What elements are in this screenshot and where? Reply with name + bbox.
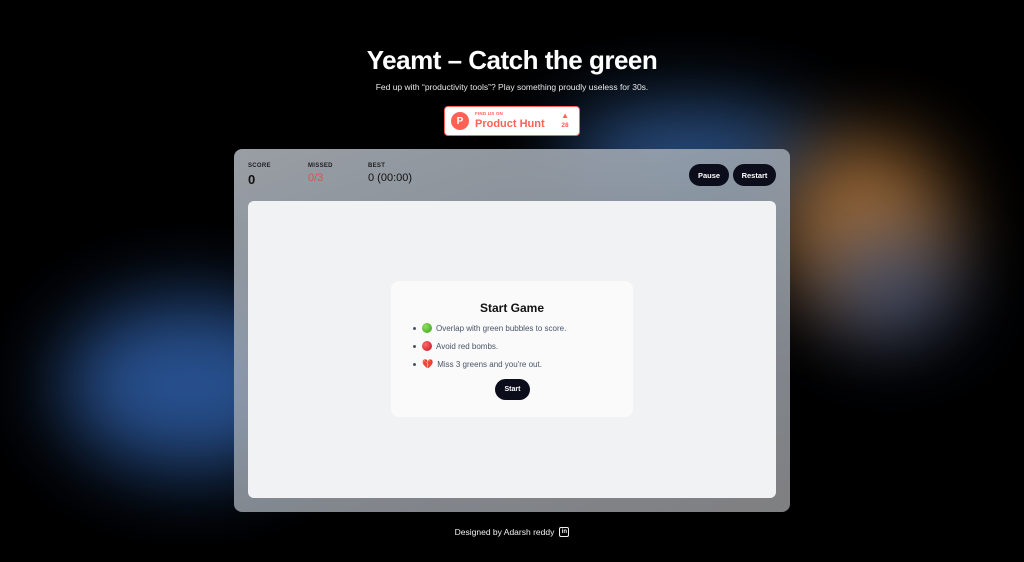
start-game-dialog: Start Game Overlap with green bubbles to…: [391, 281, 633, 417]
product-hunt-logo-icon: P: [451, 112, 469, 130]
score-label: SCORE: [248, 163, 271, 169]
bullet-icon: [413, 344, 416, 348]
product-hunt-name: Product Hunt: [475, 117, 545, 130]
product-hunt-small-label: FIND US ON: [475, 111, 504, 117]
upvote-arrow-icon: ▲: [561, 111, 569, 120]
rule-text: Avoid red bombs.: [436, 341, 499, 351]
start-game-title: Start Game: [479, 301, 545, 315]
rule-item: 💔 Miss 3 greens and you're out.: [413, 359, 566, 370]
start-button[interactable]: Start: [495, 379, 530, 400]
background-glow-orange: [780, 140, 950, 310]
linkedin-icon[interactable]: in: [559, 527, 570, 537]
bullet-icon: [413, 326, 416, 330]
rule-text: Overlap with green bubbles to score.: [436, 323, 567, 333]
game-card: SCORE 0 MISSED 0/3 BEST 0 (00:00) Pause …: [234, 149, 790, 512]
page-subtitle: Fed up with “productivity tools”? Play s…: [375, 82, 649, 92]
score-value: 0: [248, 172, 256, 187]
missed-value: 0/3: [308, 172, 324, 184]
product-hunt-votes: ▲ 28: [561, 111, 569, 130]
game-arena[interactable]: Start Game Overlap with green bubbles to…: [248, 201, 776, 498]
missed-stat: MISSED 0/3: [308, 163, 333, 184]
red-circle-icon: [422, 341, 432, 351]
bullet-icon: [413, 363, 416, 366]
pause-button[interactable]: Pause: [689, 164, 729, 186]
best-value: 0 (00:00): [368, 172, 413, 184]
rule-item: Overlap with green bubbles to score.: [413, 323, 566, 333]
rules-list: Overlap with green bubbles to score. Avo…: [413, 323, 566, 378]
page-header: Yeamt – Catch the green Fed up with “pro…: [0, 45, 1024, 92]
page-title: Yeamt – Catch the green: [366, 45, 658, 75]
score-stat: SCORE 0: [248, 163, 271, 187]
rule-text: Miss 3 greens and you're out.: [437, 360, 542, 369]
best-stat: BEST 0 (00:00): [368, 163, 412, 184]
footer: Designed by Adarsh reddy in: [0, 527, 1024, 537]
footer-credit: Designed by Adarsh reddy: [454, 527, 555, 537]
rule-item: Avoid red bombs.: [413, 341, 566, 351]
broken-heart-icon: 💔: [422, 359, 434, 369]
green-circle-icon: [422, 323, 432, 333]
background-glow-blue-right: [820, 230, 960, 340]
product-hunt-badge[interactable]: P FIND US ON Product Hunt ▲ 28: [444, 106, 580, 136]
vote-count: 28: [561, 122, 569, 129]
missed-label: MISSED: [308, 163, 333, 169]
restart-button[interactable]: Restart: [733, 164, 776, 186]
best-label: BEST: [368, 163, 386, 169]
